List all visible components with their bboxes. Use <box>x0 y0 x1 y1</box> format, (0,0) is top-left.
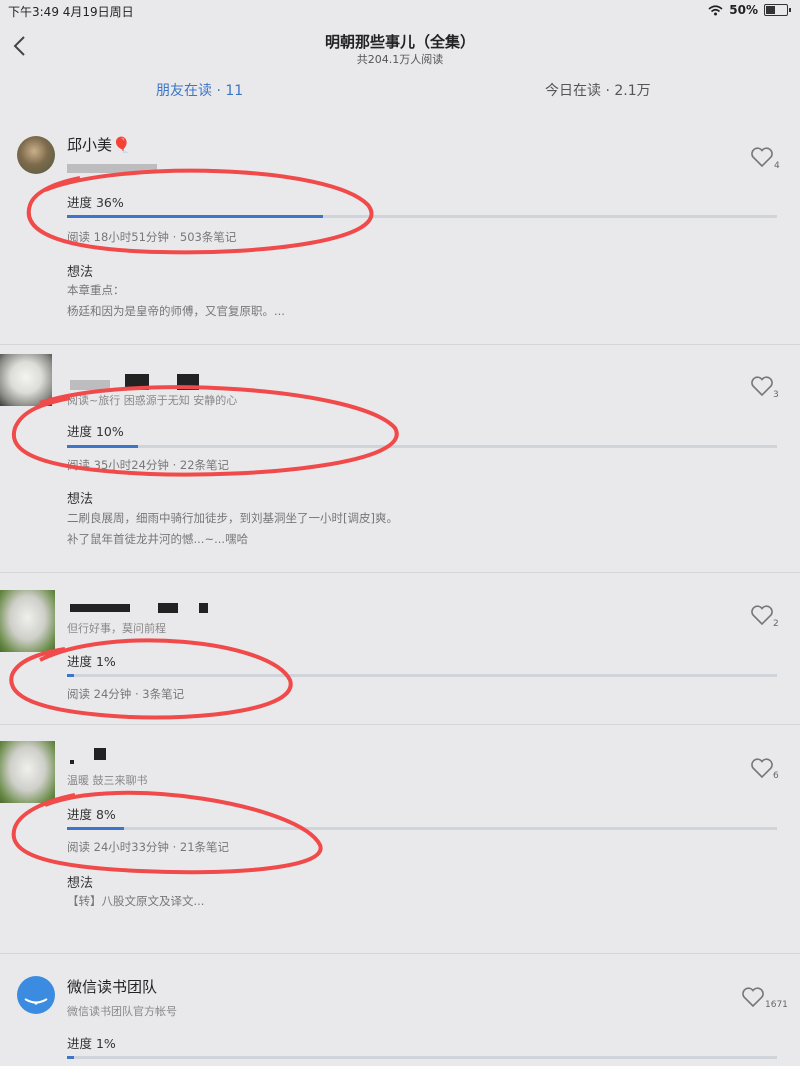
friend-bio: 微信读书团队官方帐号 <box>67 1005 177 1018</box>
avatar[interactable] <box>0 354 52 406</box>
heart-icon[interactable] <box>750 757 774 779</box>
redaction <box>67 164 157 173</box>
friend-bio: 但行好事，莫问前程 <box>67 622 166 635</box>
redaction <box>70 604 130 612</box>
divider <box>0 572 800 573</box>
like-count: 1671 <box>765 1000 788 1010</box>
progress-fill <box>67 445 138 448</box>
progress-label: 进度 36% <box>67 195 124 210</box>
divider <box>0 344 800 345</box>
friend-bio: 温暖 鼓三来聊书 <box>67 774 148 787</box>
like-count: 2 <box>773 619 779 629</box>
status-time: 下午3:49 4月19日周日 <box>8 5 134 19</box>
progress-bar <box>67 1056 777 1059</box>
reader-count: 共204.1万人阅读 <box>356 53 444 66</box>
progress-label: 进度 1% <box>67 654 116 669</box>
redaction <box>158 603 178 613</box>
thought-heading: 想法 <box>67 492 94 507</box>
progress-bar <box>67 827 777 830</box>
heart-icon[interactable] <box>750 146 774 168</box>
like-count: 6 <box>773 771 779 781</box>
thought-heading: 想法 <box>67 876 94 891</box>
progress-bar <box>67 445 777 448</box>
tab-friends-reading[interactable]: 朋友在读 · 11 <box>156 80 243 100</box>
thought-line: 二刷良展周，细雨中骑行加徒步，到刘基洞坐了一小时[调皮]爽。 <box>67 511 398 525</box>
progress-fill <box>67 827 124 830</box>
thought-text[interactable]: 二刷良展周，细雨中骑行加徒步，到刘基洞坐了一小时[调皮]爽。 补了鼠年首徒龙井河… <box>67 508 767 550</box>
friend-name[interactable]: 邱小美🎈 <box>67 134 131 155</box>
like-count: 4 <box>774 161 780 171</box>
thought-line: 【转】八股文原文及译文... <box>67 894 205 908</box>
thought-line: 本章重点： <box>67 283 125 297</box>
reading-stats: 阅读 35小时24分钟 · 22条笔记 <box>67 458 230 472</box>
friend-name[interactable]: 微信读书团队 <box>67 976 157 997</box>
redaction <box>70 760 74 764</box>
progress-label: 进度 1% <box>67 1036 116 1051</box>
thought-text[interactable]: 【转】八股文原文及译文... <box>67 891 767 912</box>
reading-stats: 阅读 24分钟 · 3条笔记 <box>67 687 185 701</box>
thought-line: 补了鼠年首徒龙井河的憾...~...嘿哈 <box>67 532 249 546</box>
redaction <box>125 374 149 390</box>
heart-icon[interactable] <box>741 986 765 1008</box>
progress-bar <box>67 674 777 677</box>
reading-stats: 阅读 24小时33分钟 · 21条笔记 <box>67 840 230 854</box>
progress-bar <box>67 215 777 218</box>
divider <box>0 953 800 954</box>
page-title: 明朝那些事儿（全集） <box>324 33 475 51</box>
redaction <box>70 380 110 390</box>
avatar[interactable] <box>0 741 55 803</box>
tab-today-reading[interactable]: 今日在读 · 2.1万 <box>545 80 651 100</box>
progress-fill <box>67 674 75 677</box>
redaction <box>94 748 106 760</box>
battery-icon <box>764 4 791 16</box>
wifi-icon <box>708 4 723 15</box>
weread-logo-icon[interactable] <box>17 976 55 1014</box>
status-bar: 下午3:49 4月19日周日 50% <box>0 0 800 22</box>
thought-line: 杨廷和因为是皇帝的师傅，又官复原职。... <box>67 304 285 318</box>
battery-percent: 50% <box>729 3 758 17</box>
reading-stats: 阅读 18小时51分钟 · 503条笔记 <box>67 230 237 244</box>
progress-label: 进度 10% <box>67 424 124 439</box>
friend-bio: 阅读~旅行 困惑源于无知 安静的心 <box>67 394 238 407</box>
divider <box>0 724 800 725</box>
thought-text[interactable]: 本章重点： 杨廷和因为是皇帝的师傅，又官复原职。... <box>67 280 767 322</box>
heart-icon[interactable] <box>750 375 774 397</box>
heart-icon[interactable] <box>750 604 774 626</box>
avatar[interactable] <box>0 590 55 652</box>
progress-fill <box>67 1056 75 1059</box>
thought-heading: 想法 <box>67 265 94 280</box>
avatar[interactable] <box>17 136 55 174</box>
progress-label: 进度 8% <box>67 807 116 822</box>
like-count: 3 <box>773 390 779 400</box>
redaction <box>177 374 199 390</box>
progress-fill <box>67 215 323 218</box>
redaction <box>199 603 208 613</box>
